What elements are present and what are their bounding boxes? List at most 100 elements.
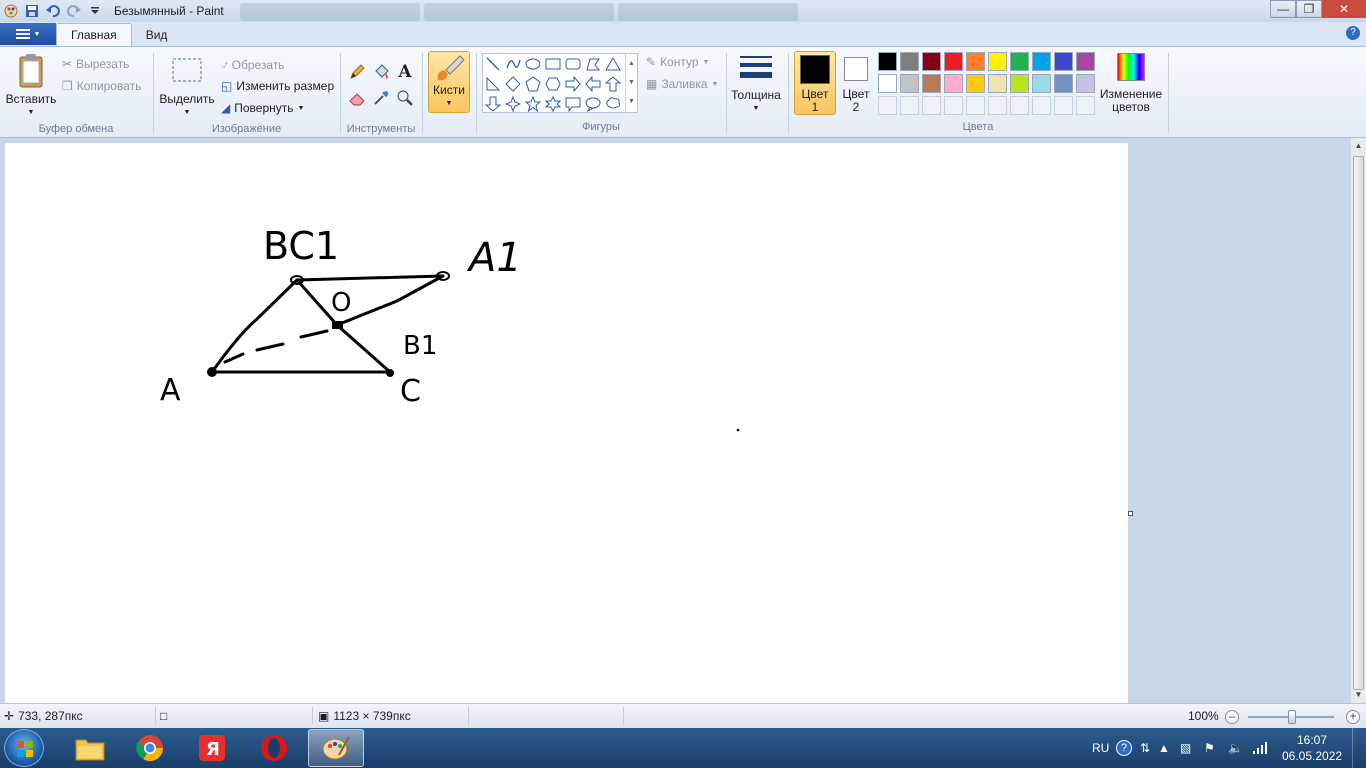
- magnifier-icon[interactable]: [394, 87, 416, 109]
- palette-swatch[interactable]: [966, 52, 985, 71]
- close-button[interactable]: ✕: [1322, 0, 1366, 18]
- outline-button[interactable]: ✎ Контур ▼: [646, 55, 709, 69]
- rounded-rectangle-shape-icon[interactable]: [563, 54, 583, 74]
- palette-custom-slot[interactable]: [878, 96, 897, 115]
- palette-swatch[interactable]: [1032, 52, 1051, 71]
- palette-swatch[interactable]: [988, 52, 1007, 71]
- help-icon[interactable]: ?: [1346, 26, 1360, 40]
- explorer-taskbar-button[interactable]: [62, 729, 118, 767]
- palette-swatch[interactable]: [1032, 74, 1051, 93]
- palette-custom-slot[interactable]: [900, 96, 919, 115]
- pentagon-shape-icon[interactable]: [523, 74, 543, 94]
- zoom-slider-thumb[interactable]: [1288, 710, 1296, 724]
- start-button[interactable]: [4, 729, 44, 767]
- color1-button[interactable]: Цвет 1: [794, 51, 836, 115]
- keyboard-tray-icon[interactable]: ⇅: [1140, 728, 1150, 768]
- cloud-callout-shape-icon[interactable]: [603, 94, 623, 114]
- palette-custom-slot[interactable]: [944, 96, 963, 115]
- fill-button[interactable]: ▦ Заливка ▼: [646, 77, 718, 91]
- palette-swatch[interactable]: [900, 74, 919, 93]
- up-arrow-shape-icon[interactable]: [603, 74, 623, 94]
- color-picker-icon[interactable]: [370, 87, 392, 109]
- scroll-thumb[interactable]: [1353, 156, 1364, 690]
- paste-button[interactable]: Вставить ▼: [6, 53, 56, 119]
- palette-custom-slot[interactable]: [1010, 96, 1029, 115]
- copy-button[interactable]: ❐ Копировать: [62, 79, 141, 93]
- palette-swatch[interactable]: [878, 74, 897, 93]
- line-shape-icon[interactable]: [483, 54, 503, 74]
- canvas-resize-handle[interactable]: [1128, 511, 1133, 516]
- right-arrow-shape-icon[interactable]: [563, 74, 583, 94]
- action-center-flag-icon[interactable]: ⚑: [1204, 728, 1215, 768]
- left-arrow-shape-icon[interactable]: [583, 74, 603, 94]
- crop-button[interactable]: ⍻ Обрезать: [221, 57, 285, 72]
- down-arrow-shape-icon[interactable]: [483, 94, 503, 114]
- palette-custom-slot[interactable]: [1054, 96, 1073, 115]
- palette-custom-slot[interactable]: [922, 96, 941, 115]
- rectangle-shape-icon[interactable]: [543, 54, 563, 74]
- tab-home[interactable]: Главная: [56, 23, 132, 46]
- oval-callout-shape-icon[interactable]: [583, 94, 603, 114]
- palette-swatch[interactable]: [1010, 52, 1029, 71]
- fill-bucket-icon[interactable]: [370, 61, 392, 83]
- select-button[interactable]: Выделить ▼: [159, 57, 215, 119]
- file-menu-button[interactable]: ▼: [0, 23, 56, 45]
- eraser-icon[interactable]: [346, 87, 368, 109]
- palette-swatch[interactable]: [1076, 52, 1095, 71]
- diamond-shape-icon[interactable]: [503, 74, 523, 94]
- zoom-out-button[interactable]: –: [1225, 710, 1239, 724]
- palette-swatch[interactable]: [988, 74, 1007, 93]
- chrome-taskbar-button[interactable]: [122, 729, 178, 767]
- size-button[interactable]: Толщина ▼: [730, 53, 782, 115]
- palette-swatch[interactable]: [900, 52, 919, 71]
- paint-app-icon[interactable]: [2, 2, 20, 20]
- drawing-canvas[interactable]: BC1 A1 O B1 A C: [5, 143, 1128, 703]
- curve-shape-icon[interactable]: [503, 54, 523, 74]
- vertical-scrollbar[interactable]: ▲ ▼: [1350, 138, 1366, 703]
- color2-button[interactable]: Цвет 2: [838, 51, 874, 115]
- oval-shape-icon[interactable]: [523, 54, 543, 74]
- palette-swatch[interactable]: [922, 74, 941, 93]
- volume-icon[interactable]: 🔈: [1228, 728, 1243, 768]
- zoom-in-button[interactable]: +: [1346, 710, 1360, 724]
- four-point-star-shape-icon[interactable]: [503, 94, 523, 114]
- minimize-button[interactable]: —: [1270, 0, 1296, 18]
- cut-button[interactable]: ✂ Вырезать: [62, 57, 129, 71]
- palette-custom-slot[interactable]: [1032, 96, 1051, 115]
- redo-icon[interactable]: [65, 2, 83, 20]
- palette-swatch[interactable]: [944, 74, 963, 93]
- customize-qat-icon[interactable]: [86, 2, 104, 20]
- show-desktop-button[interactable]: [1352, 728, 1366, 768]
- scroll-down-icon[interactable]: ▼: [1351, 687, 1366, 703]
- language-indicator[interactable]: RU: [1092, 728, 1109, 768]
- palette-swatch[interactable]: [878, 52, 897, 71]
- rotate-button[interactable]: ◢ Повернуть ▼: [221, 101, 304, 115]
- six-point-star-shape-icon[interactable]: [543, 94, 563, 114]
- palette-swatch[interactable]: [1076, 74, 1095, 93]
- palette-custom-slot[interactable]: [988, 96, 1007, 115]
- palette-custom-slot[interactable]: [1076, 96, 1095, 115]
- tab-view[interactable]: Вид: [132, 24, 182, 46]
- device-tray-icon[interactable]: ▧: [1180, 728, 1191, 768]
- network-signal-icon[interactable]: [1252, 728, 1268, 768]
- pencil-icon[interactable]: [346, 61, 368, 83]
- show-hidden-icons-icon[interactable]: ▲: [1158, 728, 1170, 768]
- paint-taskbar-button[interactable]: [308, 729, 364, 767]
- resize-button[interactable]: ◱ Изменить размер: [221, 79, 334, 93]
- palette-swatch[interactable]: [944, 52, 963, 71]
- palette-custom-slot[interactable]: [966, 96, 985, 115]
- help-tray-icon[interactable]: ?: [1116, 728, 1132, 768]
- right-triangle-shape-icon[interactable]: [483, 74, 503, 94]
- brushes-button[interactable]: Кисти ▼: [428, 51, 470, 113]
- undo-icon[interactable]: [44, 2, 62, 20]
- palette-swatch[interactable]: [1054, 74, 1073, 93]
- triangle-shape-icon[interactable]: [603, 54, 623, 74]
- palette-swatch[interactable]: [1010, 74, 1029, 93]
- system-clock[interactable]: 16:07 06.05.2022: [1282, 732, 1342, 764]
- five-point-star-shape-icon[interactable]: [523, 94, 543, 114]
- edit-colors-button[interactable]: Изменение цветов: [1100, 53, 1162, 114]
- palette-swatch[interactable]: [966, 74, 985, 93]
- text-icon[interactable]: A: [394, 61, 416, 83]
- palette-swatch[interactable]: [922, 52, 941, 71]
- polygon-shape-icon[interactable]: [583, 54, 603, 74]
